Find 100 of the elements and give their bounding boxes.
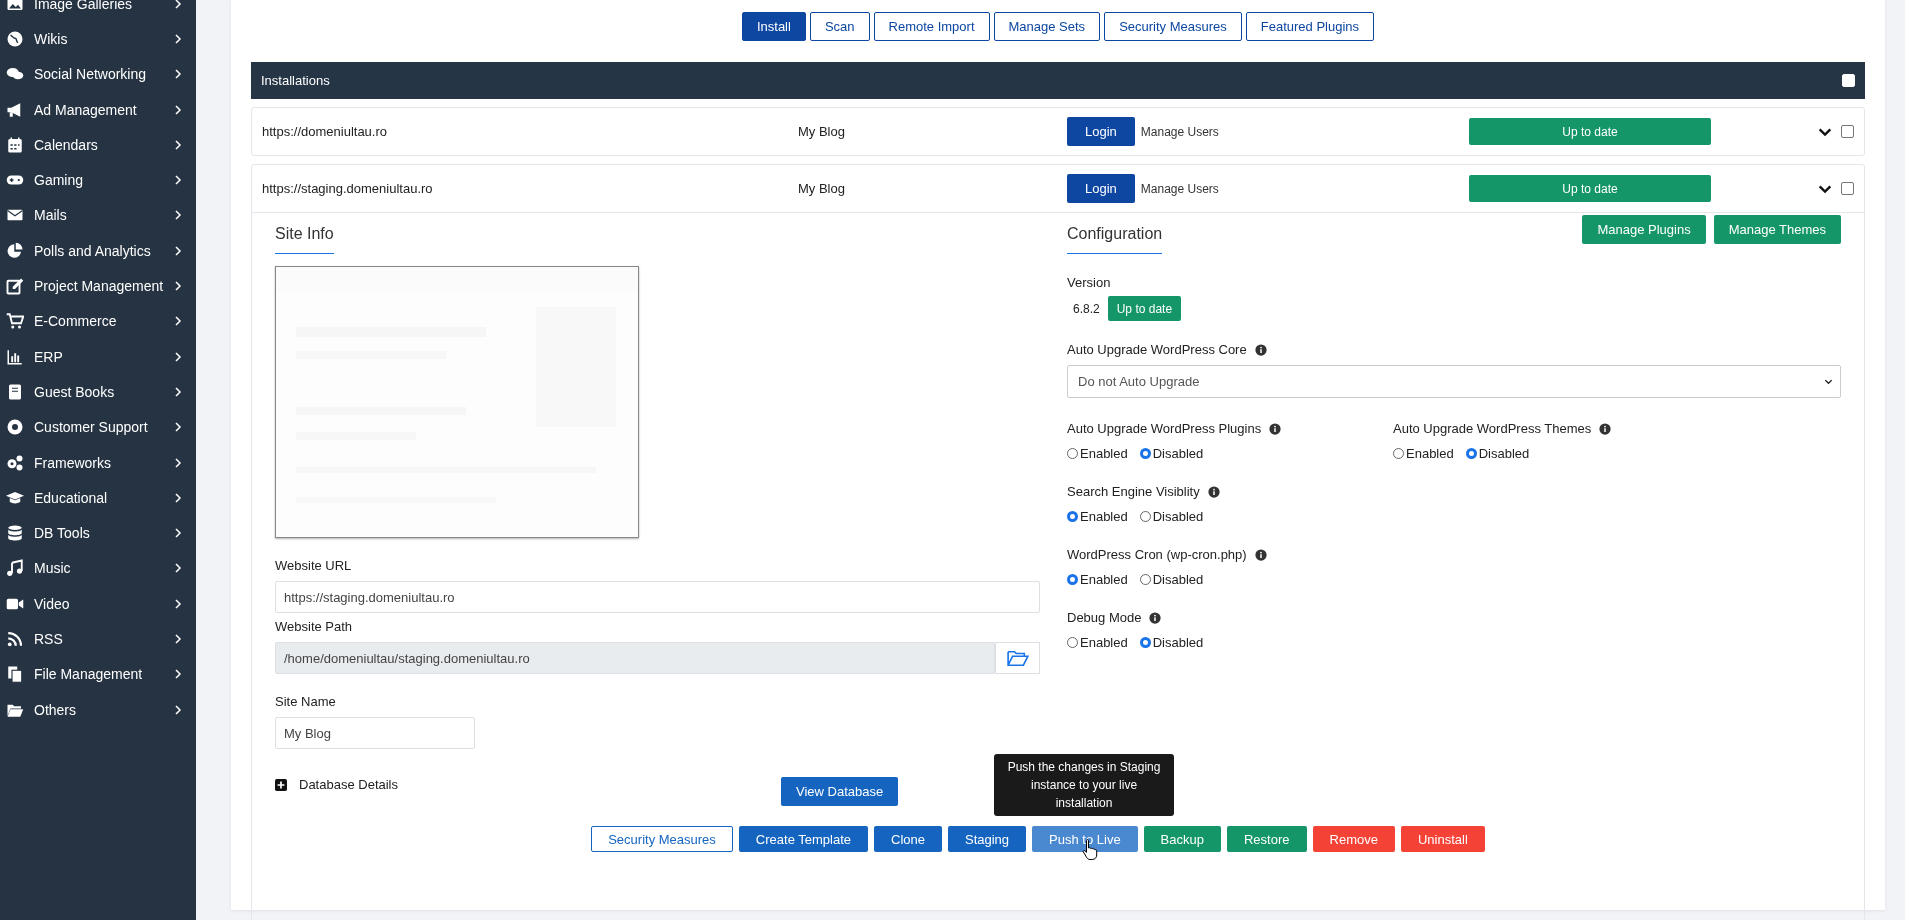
sidebar-item[interactable]: Project Management	[0, 268, 196, 304]
field-label: Auto Upgrade WordPress Core	[1067, 342, 1247, 357]
checkbox[interactable]	[1841, 125, 1854, 138]
input-field[interactable]: https://staging.domeniultau.ro	[275, 581, 1040, 613]
action-button[interactable]: Create Template	[738, 826, 868, 852]
tab[interactable]: Security Measures	[1104, 12, 1242, 41]
site-url: https://domeniultau.ro	[262, 124, 389, 139]
info-icon	[1207, 485, 1220, 498]
radio-label[interactable]: Enabled	[1080, 572, 1128, 587]
chevron-right-icon	[172, 527, 184, 540]
book-icon	[6, 382, 24, 401]
radio-label[interactable]: Disabled	[1478, 446, 1530, 461]
radio-label[interactable]: Disabled	[1152, 572, 1204, 587]
login-button[interactable]: Login	[1067, 117, 1135, 146]
radio-label[interactable]: Enabled	[1080, 446, 1128, 461]
chevron-right-icon	[172, 491, 184, 504]
sidebar-item[interactable]: Gaming	[0, 162, 196, 198]
status-button[interactable]: Up to date	[1469, 118, 1711, 145]
folder-icon	[1006, 649, 1029, 667]
input-field[interactable]: /home/domeniultau/staging.domeniultau.ro	[275, 642, 995, 674]
cart-icon	[6, 312, 24, 331]
info-icon	[1254, 548, 1267, 561]
sidebar-item[interactable]: Calendars	[0, 127, 196, 163]
radio-label[interactable]: Enabled	[1406, 446, 1454, 461]
tooltip: Push the changes in Staging instance to your live installation	[994, 754, 1175, 816]
calendar-icon	[6, 135, 24, 154]
sidebar-item[interactable]: Customer Support	[0, 409, 196, 445]
sidebar-item[interactable]: Mails	[0, 197, 196, 234]
chevron-right-icon	[172, 174, 184, 187]
tab[interactable]: Manage Sets	[993, 12, 1101, 41]
dropdown[interactable]: Do not Auto Upgrade	[1067, 365, 1841, 398]
chevron-right-icon	[172, 280, 184, 292]
site-name: My Blog	[798, 181, 846, 196]
checkbox[interactable]	[1841, 182, 1854, 195]
chevron-right-icon	[172, 668, 184, 681]
chevron-right-icon	[172, 0, 184, 10]
view-database-button[interactable]: View Database	[781, 777, 899, 806]
action-button[interactable]: Clone	[874, 826, 942, 852]
folder-button[interactable]	[995, 642, 1040, 674]
action-button[interactable]: Staging	[947, 826, 1027, 852]
lifebuoy-icon	[6, 418, 24, 437]
chevron-right-icon	[172, 209, 184, 222]
field-label: Website Path	[275, 619, 354, 634]
manage-users-link[interactable]: Manage Users	[1140, 124, 1219, 139]
login-button[interactable]: Login	[1067, 174, 1135, 203]
sidebar-item[interactable]: DB Tools	[0, 515, 196, 551]
input-field[interactable]: My Blog	[275, 717, 475, 749]
field-label: Version	[1067, 275, 1112, 290]
radio-label[interactable]: Disabled	[1152, 446, 1204, 461]
sidebar-item[interactable]: ERP	[0, 338, 196, 375]
action-button[interactable]: Remove	[1312, 826, 1395, 852]
manage-button[interactable]: Manage Themes	[1713, 215, 1841, 244]
status-button[interactable]: Up to date	[1107, 296, 1182, 321]
tab[interactable]: Featured Plugins	[1245, 12, 1375, 41]
expand-link[interactable]: Database Details	[275, 777, 781, 792]
radio-label[interactable]: Disabled	[1152, 509, 1204, 524]
bar-chart-icon	[6, 347, 24, 366]
action-button[interactable]: Backup	[1143, 826, 1221, 852]
action-button[interactable]: Security Measures	[591, 826, 733, 852]
info-icon	[1269, 422, 1282, 435]
sidebar-item[interactable]: File Management	[0, 656, 196, 692]
manage-users-link[interactable]: Manage Users	[1140, 181, 1219, 196]
radio-button[interactable]	[1067, 511, 1078, 522]
sidebar-item[interactable]: Music	[0, 550, 196, 587]
files-icon	[6, 665, 24, 684]
tab[interactable]: Install	[741, 12, 806, 41]
radio-button[interactable]	[1067, 574, 1078, 585]
tab[interactable]: Scan	[809, 12, 870, 41]
sidebar-item[interactable]: Others	[0, 691, 196, 728]
section-title: Configuration	[1067, 225, 1163, 254]
sidebar-item[interactable]: Polls and Analytics	[0, 233, 196, 269]
radio-button[interactable]	[1139, 448, 1151, 459]
sidebar-item[interactable]: E-Commerce	[0, 303, 196, 339]
database-icon	[6, 524, 24, 543]
chevron-right-icon	[172, 421, 184, 434]
plus-icon	[275, 778, 287, 791]
sidebar-item[interactable]: Educational	[0, 480, 196, 516]
tab[interactable]: Remote Import	[873, 12, 990, 41]
radio-button[interactable]	[1465, 448, 1477, 459]
radio-button[interactable]	[1139, 637, 1151, 648]
field-label: Search Engine Visiblity	[1067, 484, 1200, 499]
sidebar-item[interactable]: Social Networking	[0, 56, 196, 92]
sidebar-item[interactable]: RSS	[0, 621, 196, 657]
rss-icon	[6, 630, 24, 648]
music-note-icon	[6, 559, 24, 578]
field-label: Auto Upgrade WordPress Plugins	[1067, 421, 1262, 436]
action-button[interactable]: Restore	[1227, 826, 1307, 852]
radio-label[interactable]: Enabled	[1080, 509, 1128, 524]
sidebar-item[interactable]: Video	[0, 586, 196, 622]
sidebar-item[interactable]: Wikis	[0, 21, 196, 57]
action-button[interactable]: Uninstall	[1400, 826, 1485, 852]
radio-label[interactable]: Enabled	[1080, 635, 1128, 650]
sidebar-item[interactable]: Guest Books	[0, 374, 196, 410]
manage-button[interactable]: Manage Plugins	[1582, 215, 1706, 244]
sidebar-item[interactable]: Ad Management	[0, 91, 196, 128]
sidebar-item[interactable]: Frameworks	[0, 444, 196, 481]
status-button[interactable]: Up to date	[1469, 175, 1711, 202]
chevron-right-icon	[172, 562, 184, 575]
pie-chart-icon	[6, 241, 24, 260]
radio-label[interactable]: Disabled	[1152, 635, 1204, 650]
